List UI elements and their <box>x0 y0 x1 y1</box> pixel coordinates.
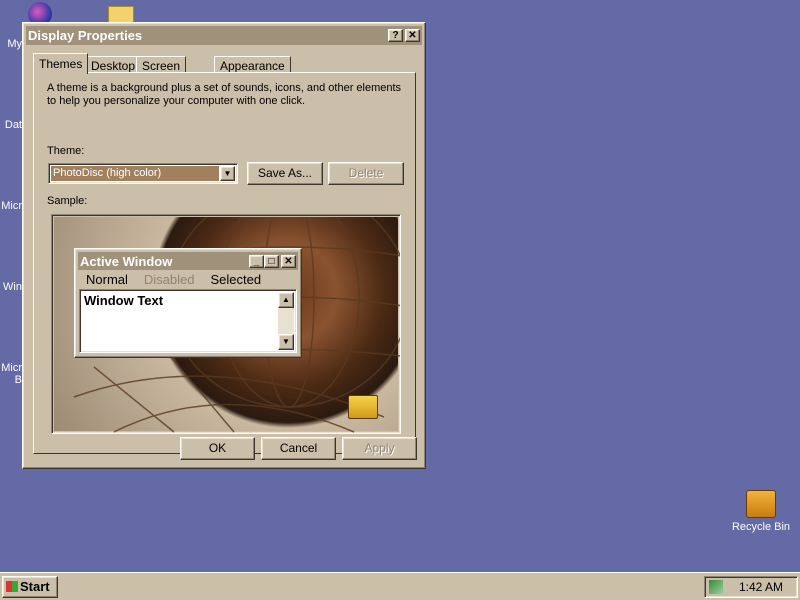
sample-active-window: Active Window _ □ ✕ Normal Disabled Sele… <box>74 248 302 358</box>
maximize-icon: □ <box>264 254 279 268</box>
theme-sample-preview: Active Window _ □ ✕ Normal Disabled Sele… <box>51 214 401 434</box>
delete-label: Delete <box>348 166 384 180</box>
theme-dropdown[interactable]: PhotoDisc (high color) ▼ <box>48 163 238 184</box>
close-button[interactable]: ✕ <box>405 29 420 42</box>
briefcase-icon <box>348 395 378 419</box>
desktop-icon-label-3[interactable]: Micr <box>0 200 22 212</box>
recycle-bin-label: Recycle Bin <box>731 521 791 533</box>
cancel-button[interactable]: Cancel <box>261 437 336 460</box>
menu-normal: Normal <box>86 272 128 287</box>
sample-label: Sample: <box>47 195 88 207</box>
desktop-icon-label-6[interactable]: B <box>0 374 22 386</box>
apply-label: Apply <box>364 441 395 455</box>
sample-window-text: Window Text <box>84 293 164 308</box>
sample-window-title: Active Window <box>80 253 173 269</box>
tab-themes[interactable]: Themes <box>33 53 89 74</box>
desktop-icon-label-4[interactable]: Win <box>0 281 22 293</box>
taskbar: Start 1:42 AM <box>0 572 800 600</box>
dialog-title-bar[interactable]: Display Properties ? ✕ <box>26 26 422 45</box>
sample-scrollbar: ▲ ▼ <box>278 292 294 350</box>
scroll-down-icon: ▼ <box>278 334 294 350</box>
windows-logo-icon <box>6 581 18 592</box>
theme-label: Theme: <box>47 145 85 157</box>
network-icon[interactable] <box>709 580 723 594</box>
themes-panel: A theme is a background plus a set of so… <box>33 72 416 454</box>
ok-label: OK <box>208 441 227 455</box>
sample-window-text-area: Window Text ▲ ▼ <box>79 289 297 353</box>
sample-window-menu: Normal Disabled Selected <box>78 271 298 288</box>
recycle-bin-icon <box>746 490 776 518</box>
display-properties-dialog: Display Properties ? ✕ Themes Desktop Sc… <box>22 22 426 469</box>
system-tray: 1:42 AM <box>704 576 798 598</box>
close-icon: ✕ <box>281 254 296 268</box>
start-label: Start <box>20 579 50 594</box>
start-button[interactable]: Start <box>2 576 58 598</box>
ok-button[interactable]: OK <box>180 437 255 460</box>
chevron-down-icon[interactable]: ▼ <box>220 166 235 181</box>
themes-description: A theme is a background plus a set of so… <box>47 82 402 107</box>
minimize-icon: _ <box>249 254 264 268</box>
desktop-icon-label-1[interactable]: My <box>0 38 22 50</box>
recycle-bin[interactable]: Recycle Bin <box>728 490 794 533</box>
save-as-label: Save As... <box>257 166 313 180</box>
menu-selected: Selected <box>202 271 270 288</box>
theme-dropdown-value: PhotoDisc (high color) <box>51 166 219 181</box>
clock[interactable]: 1:42 AM <box>739 580 783 594</box>
desktop-icon-label-5[interactable]: Micr <box>0 362 22 374</box>
menu-disabled: Disabled <box>143 272 195 287</box>
desktop-icon-label-2[interactable]: Dat <box>0 119 22 131</box>
apply-button[interactable]: Apply <box>342 437 417 460</box>
sample-window-title-bar: Active Window _ □ ✕ <box>78 252 298 270</box>
cancel-label: Cancel <box>279 441 318 455</box>
help-button[interactable]: ? <box>388 29 403 42</box>
save-as-button[interactable]: Save As... <box>247 162 323 185</box>
scroll-up-icon: ▲ <box>278 292 294 308</box>
delete-button[interactable]: Delete <box>328 162 404 185</box>
dialog-title: Display Properties <box>28 28 143 43</box>
